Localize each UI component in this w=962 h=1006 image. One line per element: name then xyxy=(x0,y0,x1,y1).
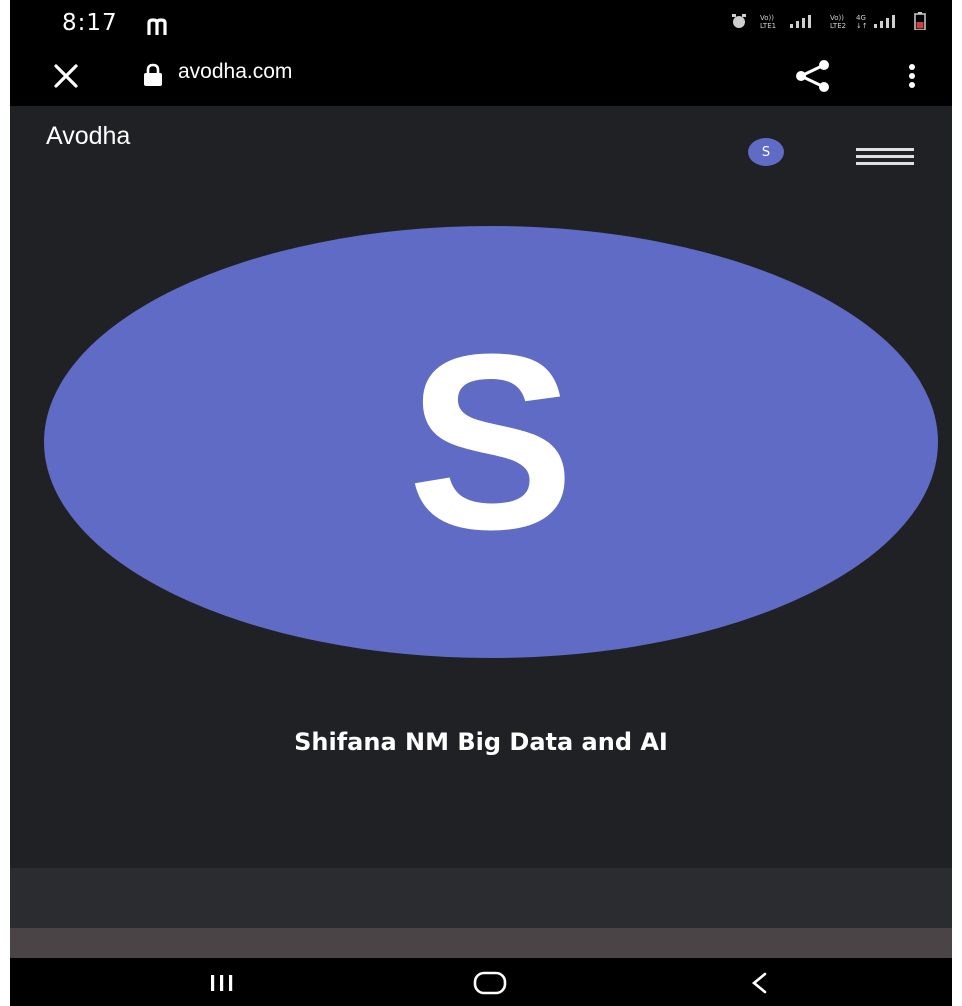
profile-caption: Shifana NM Big Data and AI xyxy=(294,728,668,756)
svg-text:LTE2: LTE2 xyxy=(830,22,846,30)
svg-text:Vo)): Vo)) xyxy=(760,14,774,22)
lock-icon xyxy=(144,63,162,86)
back-icon[interactable] xyxy=(745,970,775,996)
svg-text:4G: 4G xyxy=(856,14,866,22)
svg-text:Vo)): Vo)) xyxy=(830,14,844,22)
share-icon[interactable] xyxy=(792,58,832,94)
vertical-dots-icon[interactable] xyxy=(900,58,924,94)
volte-lte1-signal-icon: Vo)) LTE1 xyxy=(760,14,811,30)
home-icon[interactable] xyxy=(472,970,508,996)
profile-avatar: S xyxy=(44,226,938,658)
status-indicators: Vo)) LTE1 Vo)) LTE2 4G ↓↑ xyxy=(730,12,926,30)
alarm-icon xyxy=(732,14,746,28)
system-navigation-bar xyxy=(10,958,952,1006)
user-avatar-letter: S xyxy=(761,144,771,160)
svg-text:LTE1: LTE1 xyxy=(760,22,776,30)
battery-icon xyxy=(914,12,926,30)
status-bar: 8:17 Vo)) LTE1 Vo)) LTE2 4G ↓↑ xyxy=(10,0,952,46)
volte-lte2-4g-signal-icon: Vo)) LTE2 4G ↓↑ xyxy=(830,14,895,30)
phone-screen: 8:17 Vo)) LTE1 Vo)) LTE2 4G ↓↑ avodha.co… xyxy=(10,0,952,1006)
url-text[interactable]: avodha.com xyxy=(178,60,292,84)
close-icon[interactable] xyxy=(48,58,84,94)
hamburger-icon[interactable] xyxy=(856,148,914,168)
brand-logo-text[interactable]: Avodha xyxy=(46,122,130,151)
status-time: 8:17 xyxy=(62,10,118,36)
user-avatar-small[interactable]: S xyxy=(748,138,784,166)
content-footer-band xyxy=(10,868,952,928)
recents-icon[interactable] xyxy=(202,972,242,994)
browser-toolbar: avodha.com xyxy=(10,46,952,106)
m-letter-icon xyxy=(147,18,167,35)
svg-text:↓↑: ↓↑ xyxy=(856,22,868,30)
site-header: Avodha S xyxy=(10,106,952,186)
content-bottom-strip xyxy=(10,928,952,958)
profile-avatar-letter: S xyxy=(407,302,575,581)
